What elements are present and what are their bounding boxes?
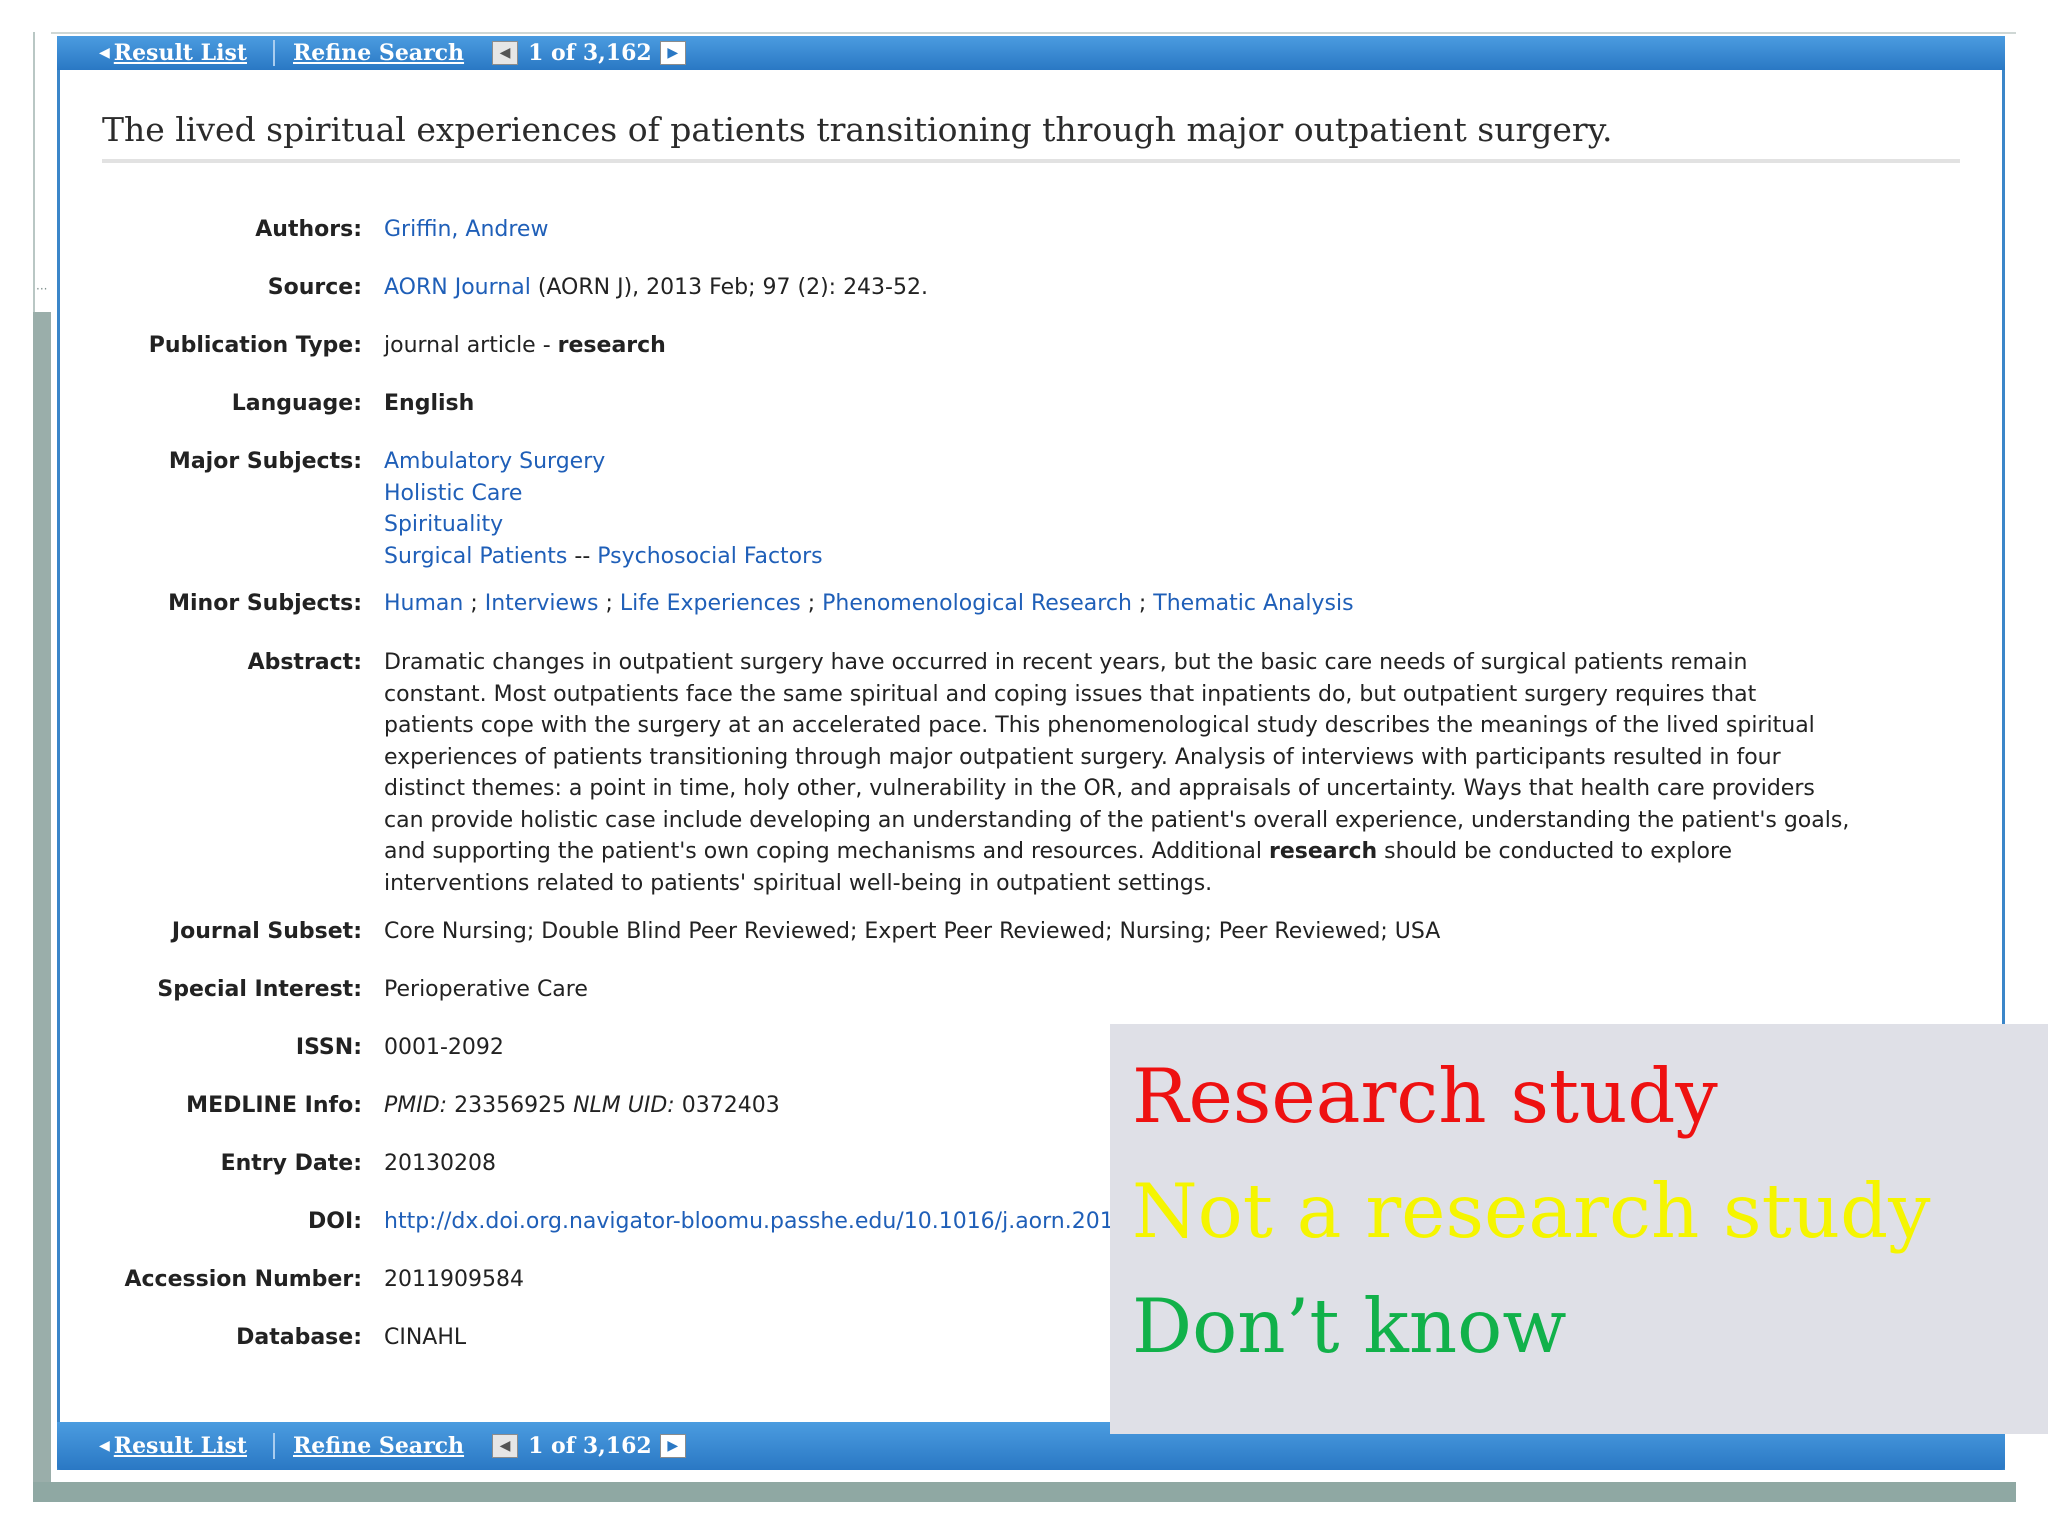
minor-subject-link[interactable]: Interviews — [485, 591, 599, 616]
database-label: Database: — [236, 1325, 362, 1350]
major-subject-link[interactable]: Surgical Patients — [384, 544, 567, 569]
next-record-button[interactable]: ▶ — [659, 1434, 686, 1458]
slide-bottom-bar — [33, 1482, 2016, 1502]
minor-subject-link[interactable]: Phenomenological Research — [822, 591, 1132, 616]
pubtype-separator: - — [535, 333, 558, 358]
option-not-research-study[interactable]: Not a research study — [1132, 1154, 2048, 1269]
record-title: The lived spiritual experiences of patie… — [102, 110, 1960, 163]
pmid-value: 23356925 — [454, 1093, 567, 1118]
minor-separator: ; — [598, 591, 620, 616]
pager-count: 1 of 3,162 — [528, 40, 652, 66]
answer-options-box: Research study Not a research study Don’… — [1110, 1024, 2048, 1434]
pubtype-research: research — [557, 333, 666, 358]
top-navbar: ◀ Result List Refine Search ◀ 1 of 3,162… — [57, 36, 2005, 70]
major-subject-link[interactable]: Ambulatory Surgery — [384, 449, 605, 474]
minor-separator: ; — [800, 591, 823, 616]
abstract-highlight: research — [1268, 839, 1378, 864]
major-subjects-label: Major Subjects: — [168, 449, 362, 474]
abstract-text: Dramatic changes in outpatient surgery h… — [384, 650, 1850, 896]
minor-subjects-label: Minor Subjects: — [168, 591, 362, 616]
major-subject-link[interactable]: Holistic Care — [384, 481, 522, 506]
minor-separator: ; — [463, 591, 485, 616]
pubtype-label: Publication Type: — [148, 333, 362, 358]
source-journal-link[interactable]: AORN Journal — [384, 275, 531, 300]
nav-divider — [273, 1433, 275, 1459]
slide-left-bar-top — [33, 32, 51, 312]
source-citation: (AORN J), 2013 Feb; 97 (2): 243-52. — [537, 275, 928, 300]
pmid-label: PMID: — [384, 1093, 448, 1118]
doi-label: DOI: — [308, 1209, 362, 1234]
refine-search-link[interactable]: Refine Search — [293, 40, 464, 66]
back-arrow-icon: ◀ — [99, 1438, 110, 1454]
major-subject-link[interactable]: Spirituality — [384, 512, 503, 537]
refine-search-link[interactable]: Refine Search — [293, 1433, 464, 1459]
special-interest-label: Special Interest: — [157, 977, 362, 1002]
abstract-label: Abstract: — [247, 650, 362, 675]
option-dont-know[interactable]: Don’t know — [1132, 1269, 2048, 1384]
back-arrow-icon: ◀ — [99, 45, 110, 61]
nlm-value: 0372403 — [681, 1093, 780, 1118]
pager-count: 1 of 3,162 — [528, 1433, 652, 1459]
accession-label: Accession Number: — [124, 1267, 362, 1292]
option-research-study[interactable]: Research study — [1132, 1039, 2048, 1154]
special-interest-value: Perioperative Care — [384, 977, 588, 1002]
minor-subject-link[interactable]: Thematic Analysis — [1153, 591, 1353, 616]
minor-subject-link[interactable]: Life Experiences — [620, 591, 801, 616]
pubtype-value: journal article — [384, 333, 536, 358]
journal-subset-value: Core Nursing; Double Blind Peer Reviewed… — [384, 919, 1441, 944]
nav-divider — [273, 40, 275, 66]
language-label: Language: — [231, 391, 362, 416]
language-value: English — [384, 391, 475, 416]
nlm-label: NLM UID: — [573, 1093, 675, 1118]
minor-separator: ; — [1131, 591, 1154, 616]
previous-record-button[interactable]: ◀ — [492, 41, 519, 65]
slide-dots: ··· — [36, 282, 48, 296]
slide-top-line — [33, 32, 2016, 34]
minor-subject-link[interactable]: Human — [384, 591, 463, 616]
journal-subset-label: Journal Subset: — [171, 919, 362, 944]
major-subheading-link[interactable]: Psychosocial Factors — [597, 544, 822, 569]
author-link[interactable]: Griffin, Andrew — [384, 217, 548, 242]
authors-label: Authors: — [255, 217, 362, 242]
issn-label: ISSN: — [295, 1035, 362, 1060]
entry-date-label: Entry Date: — [220, 1151, 362, 1176]
previous-record-button[interactable]: ◀ — [492, 1434, 519, 1458]
subheading-separator: -- — [567, 543, 598, 569]
result-list-link[interactable]: Result List — [114, 1433, 247, 1459]
next-record-button[interactable]: ▶ — [659, 41, 686, 65]
result-list-link[interactable]: Result List — [114, 40, 247, 66]
medline-label: MEDLINE Info: — [186, 1093, 362, 1118]
source-label: Source: — [267, 275, 362, 300]
doi-link[interactable]: http://dx.doi.org.navigator-bloomu.passh… — [384, 1209, 1212, 1234]
